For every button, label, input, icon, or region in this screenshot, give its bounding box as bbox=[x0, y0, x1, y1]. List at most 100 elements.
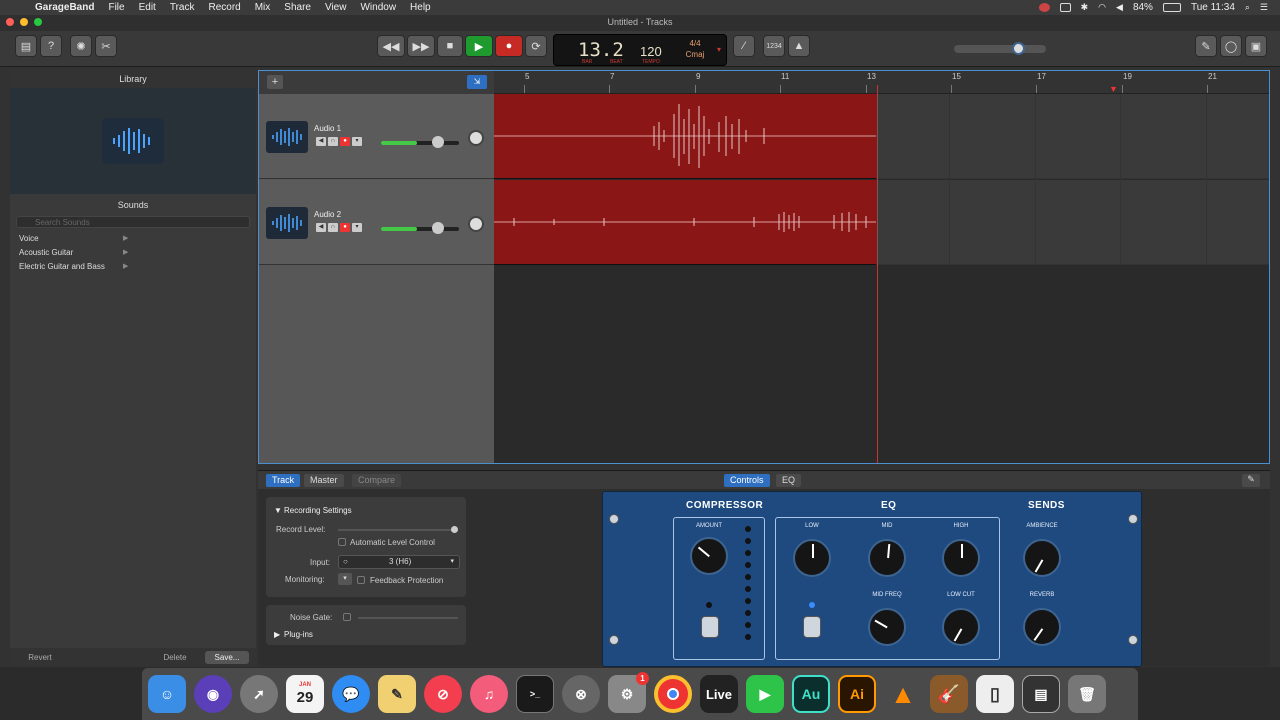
input-monitor-icon[interactable]: ▾ bbox=[352, 137, 362, 146]
volume-icon[interactable]: ◀ bbox=[1116, 2, 1123, 13]
sound-category-electric-guitar[interactable]: Electric Guitar and Bass ▶ bbox=[10, 260, 256, 274]
track-header-audio-2[interactable]: Audio 2 ◀ ∩ ● ▾ bbox=[259, 180, 494, 265]
track-name[interactable]: Audio 2 bbox=[314, 210, 341, 219]
creative-cloud-icon[interactable] bbox=[1038, 3, 1050, 12]
tab-track[interactable]: Track bbox=[266, 474, 301, 487]
editors-button[interactable]: ✂ bbox=[95, 35, 117, 57]
menu-window[interactable]: Window bbox=[353, 2, 403, 13]
playhead-marker-icon[interactable]: ▼ bbox=[1109, 84, 1118, 94]
revert-button[interactable]: Revert bbox=[14, 651, 66, 664]
master-volume-slider[interactable] bbox=[954, 42, 1046, 55]
facetime-icon[interactable]: ▶ bbox=[746, 675, 784, 713]
terminal-icon[interactable]: >_ bbox=[516, 675, 554, 713]
track-pan-knob[interactable] bbox=[468, 130, 484, 146]
lcd-menu-chevron-icon[interactable]: ▾ bbox=[717, 45, 721, 54]
sound-category-acoustic-guitar[interactable]: Acoustic Guitar ▶ bbox=[10, 246, 256, 260]
menu-track[interactable]: Track bbox=[163, 2, 202, 13]
lcd-tempo[interactable]: 120 bbox=[640, 44, 662, 59]
playhead[interactable] bbox=[877, 85, 878, 463]
track-volume-slider[interactable] bbox=[381, 222, 459, 234]
menu-app[interactable]: GarageBand bbox=[28, 2, 101, 13]
record-enable-icon[interactable]: ● bbox=[340, 137, 350, 146]
menu-mix[interactable]: Mix bbox=[248, 2, 278, 13]
news-icon[interactable]: ⊘ bbox=[424, 675, 462, 713]
menu-clock[interactable]: Tue 11:34 bbox=[1191, 2, 1235, 13]
battery-percent[interactable]: 84% bbox=[1133, 2, 1153, 13]
menu-view[interactable]: View bbox=[318, 2, 354, 13]
library-button[interactable]: ▤ bbox=[15, 35, 37, 57]
pages-icon[interactable]: ✎ bbox=[378, 675, 416, 713]
wifi-icon[interactable]: ◠ bbox=[1098, 2, 1106, 13]
open-activity-icon[interactable]: ⊗ bbox=[562, 675, 600, 713]
solo-headphones-icon[interactable]: ∩ bbox=[328, 223, 338, 232]
tuner-button[interactable]: ⁄ bbox=[733, 35, 755, 57]
ambience-knob[interactable] bbox=[1023, 539, 1061, 577]
cycle-button[interactable]: ⟳ bbox=[525, 35, 547, 57]
finder-icon[interactable]: ☺ bbox=[148, 675, 186, 713]
delete-button[interactable]: Delete bbox=[150, 651, 200, 664]
fast-forward-button[interactable]: ▶▶ bbox=[407, 35, 435, 57]
record-level-knob[interactable] bbox=[451, 526, 458, 533]
disclosure-triangle-icon[interactable]: ▶ bbox=[274, 630, 280, 639]
track-pan-knob[interactable] bbox=[468, 216, 484, 232]
mute-icon[interactable]: ◀ bbox=[316, 137, 326, 146]
search-sounds-input[interactable]: Search Sounds bbox=[16, 216, 250, 228]
monitoring-button[interactable]: ▾ bbox=[338, 573, 352, 585]
notification-center-icon[interactable]: ☰ bbox=[1260, 2, 1268, 13]
feedback-protection-checkbox[interactable] bbox=[357, 576, 365, 584]
document-icon[interactable]: ▯ bbox=[976, 675, 1014, 713]
timeline-ruler[interactable]: 5 7 9 11 13 15 17 19 21 ▼ bbox=[494, 71, 1269, 94]
trash-icon[interactable]: 🗑 bbox=[1068, 675, 1106, 713]
high-knob[interactable] bbox=[942, 539, 980, 577]
downloads-stack-icon[interactable]: ▤ bbox=[1022, 675, 1060, 713]
illustrator-icon[interactable]: Ai bbox=[838, 675, 876, 713]
compressor-toggle-switch[interactable] bbox=[701, 616, 719, 638]
vlc-icon[interactable]: ▲ bbox=[884, 675, 922, 713]
master-volume-knob[interactable] bbox=[1012, 42, 1025, 55]
track-name[interactable]: Audio 1 bbox=[314, 124, 341, 133]
media-browser-button[interactable]: ▣ bbox=[1245, 35, 1267, 57]
metronome-button[interactable]: ▲ bbox=[788, 35, 810, 57]
low-knob[interactable] bbox=[793, 539, 831, 577]
tab-eq[interactable]: EQ bbox=[776, 474, 802, 487]
catch-playhead-icon[interactable]: ⇲ bbox=[467, 75, 487, 89]
solo-headphones-icon[interactable]: ∩ bbox=[328, 137, 338, 146]
add-track-button[interactable]: + bbox=[267, 75, 283, 89]
mute-icon[interactable]: ◀ bbox=[316, 223, 326, 232]
smart-controls-button[interactable]: ✺ bbox=[70, 35, 92, 57]
input-monitor-icon[interactable]: ▾ bbox=[352, 223, 362, 232]
record-button[interactable]: ● bbox=[495, 35, 523, 57]
menu-file[interactable]: File bbox=[101, 2, 131, 13]
play-button[interactable]: ▶ bbox=[465, 35, 493, 57]
track-header-audio-1[interactable]: Audio 1 ◀ ∩ ● ▾ bbox=[259, 94, 494, 179]
auto-level-checkbox[interactable] bbox=[338, 538, 346, 546]
launchpad-icon[interactable]: ➚ bbox=[240, 675, 278, 713]
noise-gate-slider[interactable] bbox=[358, 617, 458, 619]
lcd-display[interactable]: 13.2 BAR BEAT 120 TEMPO 4/4 Cmaj ▾ bbox=[553, 34, 727, 66]
waveform-icon[interactable] bbox=[102, 118, 164, 164]
itunes-icon[interactable]: ♫ bbox=[470, 675, 508, 713]
siri-icon[interactable]: ◉ bbox=[194, 675, 232, 713]
tab-master[interactable]: Master bbox=[304, 474, 344, 487]
pencil-edit-icon[interactable]: ✎ bbox=[1242, 474, 1260, 487]
eq-toggle-switch[interactable] bbox=[803, 616, 821, 638]
reverb-knob[interactable] bbox=[1023, 608, 1061, 646]
battery-icon[interactable] bbox=[1162, 3, 1181, 12]
record-level-slider[interactable] bbox=[338, 529, 456, 531]
mid-freq-knob[interactable] bbox=[868, 608, 906, 646]
menu-edit[interactable]: Edit bbox=[132, 2, 163, 13]
lcd-signature[interactable]: 4/4 Cmaj bbox=[682, 38, 708, 60]
tab-compare[interactable]: Compare bbox=[352, 474, 402, 487]
track-lanes[interactable] bbox=[494, 94, 1269, 485]
input-select[interactable]: ○ 3 (H6) ▾ bbox=[338, 555, 460, 569]
amount-knob[interactable] bbox=[690, 537, 728, 575]
notepad-button[interactable]: ✎ bbox=[1195, 35, 1217, 57]
mid-knob[interactable] bbox=[868, 539, 906, 577]
audio-region-2[interactable] bbox=[494, 180, 876, 265]
low-cut-knob[interactable] bbox=[942, 608, 980, 646]
menu-record[interactable]: Record bbox=[201, 2, 247, 13]
garageband-icon[interactable]: 🎸 bbox=[930, 675, 968, 713]
sound-category-voice[interactable]: Voice ▶ bbox=[10, 232, 256, 246]
record-enable-icon[interactable]: ● bbox=[340, 223, 350, 232]
ableton-live-icon[interactable]: Live bbox=[700, 675, 738, 713]
